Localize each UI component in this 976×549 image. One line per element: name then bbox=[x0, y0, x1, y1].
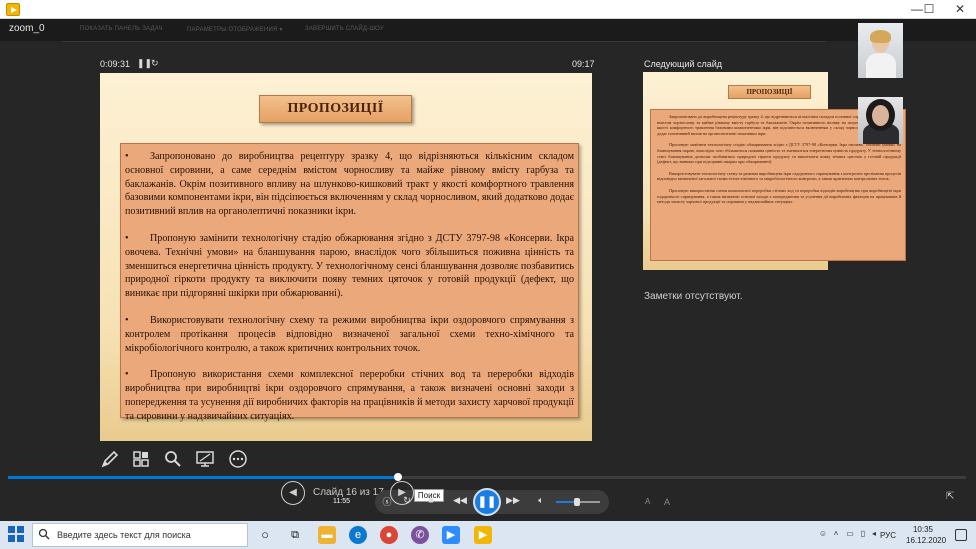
current-slide: ПРОПОЗИЦІЇ • Запропоновано до виробництва… bbox=[100, 73, 592, 441]
previous-slide-button[interactable]: ◀ bbox=[281, 481, 305, 505]
zoom-icon[interactable]: ▶ bbox=[442, 526, 460, 544]
bullet-icon: • bbox=[125, 151, 129, 162]
bullet-icon: • bbox=[125, 314, 129, 326]
window-title: zoom_0 bbox=[9, 23, 45, 34]
expand-icon[interactable]: ⇱ bbox=[946, 491, 958, 503]
end-slideshow-button[interactable]: ЗАВЕРШИТЬ СЛАЙД-ШОУ bbox=[305, 26, 384, 32]
next-slide-paragraph: Пропоную замінити технологічну стадію об… bbox=[657, 142, 901, 165]
volume-icon[interactable]: 🔈︎ bbox=[532, 495, 550, 506]
font-decrease-button[interactable]: A bbox=[645, 497, 650, 506]
slide-body: • Запропоновано до виробництва рецептуру … bbox=[120, 143, 579, 422]
slide-title: ПРОПОЗИЦІЇ bbox=[259, 95, 412, 123]
pause-button[interactable]: ❚❚ bbox=[473, 488, 501, 516]
pen-icon[interactable] bbox=[99, 449, 121, 471]
webcam-participant-1[interactable] bbox=[858, 23, 903, 78]
next-slide-paragraph: Пропоную використання схеми комплексної … bbox=[657, 187, 901, 205]
bullet-icon: • bbox=[125, 232, 129, 244]
system-clock[interactable]: 10:35 16.12.2020 bbox=[906, 524, 947, 546]
webcam-participant-2[interactable] bbox=[858, 97, 903, 144]
stop-icon[interactable]: ■ bbox=[422, 495, 440, 505]
pause-timer-icon[interactable]: ❚❚ bbox=[137, 58, 152, 69]
windows-start-icon[interactable] bbox=[8, 526, 24, 542]
show-taskbar-button[interactable]: ПОКАЗАТЬ ПАНЕЛЬ ЗАДАЧ bbox=[80, 26, 163, 32]
font-increase-button[interactable]: A bbox=[664, 497, 670, 507]
close-button[interactable]: ✕ bbox=[944, 0, 976, 19]
screen-icon[interactable] bbox=[194, 449, 216, 471]
tray-chevron-icon[interactable]: ˄ bbox=[831, 529, 841, 539]
window-titlebar bbox=[0, 0, 976, 19]
viber-icon[interactable]: ✆ bbox=[411, 526, 429, 544]
reset-timer-icon[interactable]: ↻ bbox=[151, 58, 159, 69]
battery-icon[interactable]: ▯ bbox=[858, 529, 868, 539]
edge-icon[interactable]: e bbox=[349, 526, 367, 544]
language-indicator[interactable]: РУС bbox=[880, 531, 896, 540]
maximize-button[interactable]: ☐ bbox=[913, 0, 945, 19]
network-icon[interactable]: ▭ bbox=[845, 529, 855, 539]
bullet-icon: • bbox=[125, 369, 129, 381]
video-progress-handle[interactable] bbox=[394, 473, 402, 481]
file-explorer-icon[interactable]: ▬ bbox=[318, 526, 336, 544]
participant-body bbox=[866, 53, 896, 78]
current-time: 09:17 bbox=[572, 59, 595, 69]
elapsed-timer: 0:09:31 bbox=[100, 59, 131, 69]
clock-date: 16.12.2020 bbox=[906, 536, 947, 545]
slide-paragraph: • Пропоную замінити технологічну стадію о… bbox=[125, 232, 574, 300]
more-icon[interactable] bbox=[227, 449, 249, 471]
media-time: 11:55 bbox=[333, 498, 350, 505]
slide-counter: Слайд 16 из 17 bbox=[313, 487, 384, 498]
participant-hair bbox=[870, 30, 891, 43]
next-slide-label: Следующий слайд bbox=[644, 59, 723, 69]
video-progress-fill bbox=[8, 476, 398, 479]
rewind-icon[interactable]: ◀◀ bbox=[451, 495, 469, 506]
slides-grid-icon[interactable] bbox=[130, 449, 152, 471]
next-slide-title: ПРОПОЗИЦІЇ bbox=[728, 85, 811, 99]
search-icon bbox=[38, 528, 50, 540]
next-slide-paragraph: Використовувати технологічну схему та ре… bbox=[657, 170, 901, 182]
clock-time: 10:35 bbox=[912, 525, 934, 534]
slide-paragraph: • Використовувати технологічну схему та р… bbox=[125, 314, 574, 354]
media-player-icon[interactable]: ▶ bbox=[474, 526, 492, 544]
notification-icon[interactable] bbox=[955, 529, 967, 541]
speaker-notes: Заметки отсутствуют. bbox=[644, 291, 743, 302]
task-view-icon[interactable]: ○ bbox=[256, 526, 274, 544]
participant-face bbox=[872, 105, 889, 126]
multitask-icon[interactable]: ⧉ bbox=[286, 526, 304, 544]
chrome-icon[interactable]: ● bbox=[380, 526, 398, 544]
people-icon[interactable]: ☺ bbox=[818, 529, 828, 539]
speaker-icon[interactable]: ◂ bbox=[869, 529, 879, 539]
slide-paragraph: • Пропоную використання схеми комплексної… bbox=[125, 369, 574, 422]
volume-handle[interactable] bbox=[574, 498, 580, 506]
slide-paragraph: • Запропоновано до виробництва рецептуру … bbox=[125, 151, 574, 218]
subtitles-icon[interactable]: ⓢ bbox=[378, 495, 396, 508]
magnifier-icon[interactable] bbox=[162, 449, 184, 471]
search-placeholder: Введите здесь текст для поиска bbox=[57, 530, 191, 540]
fast-forward-icon[interactable]: ▶▶ bbox=[504, 495, 522, 506]
display-settings-button[interactable]: ПАРАМЕТРЫ ОТОБРАЖЕНИЯ ▾ bbox=[187, 26, 283, 33]
toolbar-divider bbox=[62, 41, 826, 42]
zoom-app-icon bbox=[6, 3, 20, 16]
